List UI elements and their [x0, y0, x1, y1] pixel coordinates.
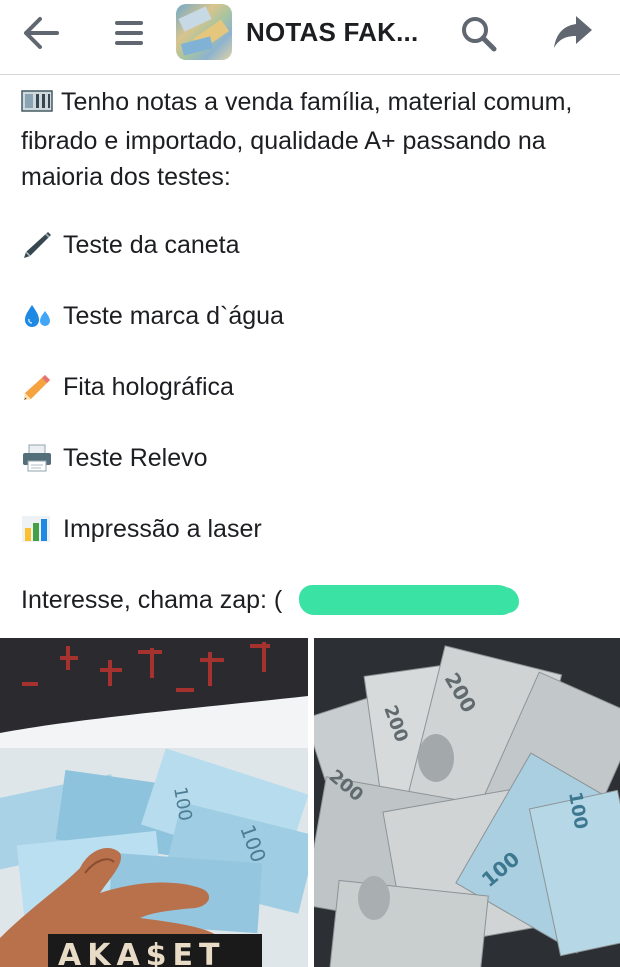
app-header: NOTAS FAK... [0, 0, 620, 75]
photo-money-hand[interactable]: 100 100 AKA$ET [0, 638, 308, 967]
banknote-icon [21, 87, 55, 123]
list-item-label: Teste marca d`água [63, 302, 284, 330]
list-item-label: Impressão a laser [63, 515, 262, 543]
post-intro: Tenho notas a venda família, material co… [21, 84, 601, 192]
list-item-label: Teste Relevo [63, 444, 208, 472]
bar-chart-icon [21, 514, 53, 544]
list-item: Teste Relevo [21, 440, 601, 476]
photo-banknotes[interactable]: 200 200 200 100 100 [314, 638, 620, 967]
group-avatar[interactable] [176, 4, 232, 60]
pen-icon [21, 230, 53, 260]
back-arrow-icon[interactable] [22, 16, 60, 50]
list-item-label: Fita holográfica [63, 373, 234, 401]
contact-line: Interesse, chama zap: ( [21, 582, 601, 618]
hamburger-menu-icon[interactable] [112, 16, 146, 50]
list-item: Teste da caneta [21, 227, 601, 263]
list-item: Teste marca d`água [21, 298, 601, 334]
redaction-mark [299, 585, 515, 615]
contact-text: Interesse, chama zap: ( [21, 586, 283, 614]
list-item-label: Teste da caneta [63, 231, 240, 259]
group-title[interactable]: NOTAS FAK... [246, 14, 426, 50]
list-item: Fita holográfica [21, 369, 601, 405]
post-body: Tenho notas a venda família, material co… [21, 84, 601, 618]
printer-icon [21, 443, 53, 473]
pencil-icon [21, 372, 53, 402]
post-intro-text: Tenho notas a venda família, material co… [21, 88, 573, 191]
list-item: Impressão a laser [21, 511, 601, 547]
search-icon[interactable] [460, 15, 498, 53]
share-arrow-icon[interactable] [552, 14, 594, 52]
photo-watermark: AKA$ET [48, 934, 262, 967]
droplets-icon [21, 301, 53, 331]
